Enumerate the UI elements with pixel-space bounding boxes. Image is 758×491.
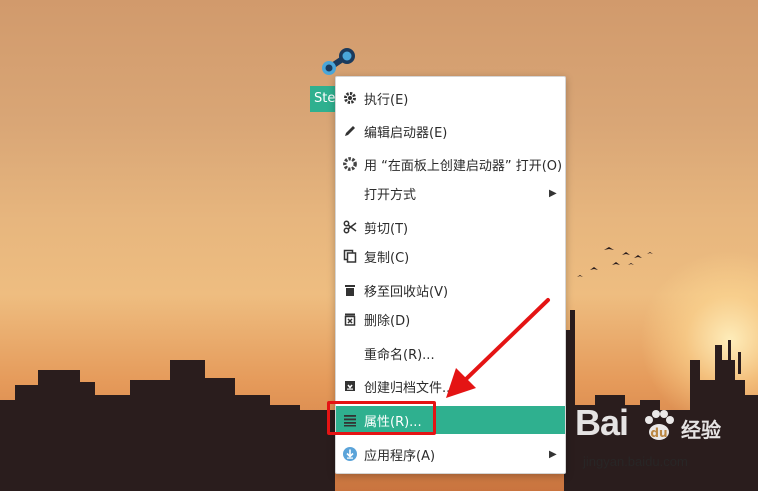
watermark-url: jingyan.baidu.com — [583, 454, 688, 469]
paw-icon: du — [645, 410, 674, 440]
menu-item-open-with-panel[interactable]: 用 “在面板上创建启动器” 打开(O) — [336, 150, 565, 178]
delete-icon — [336, 312, 364, 326]
trash-icon — [336, 283, 364, 297]
submenu-arrow-icon: ▶ — [549, 448, 557, 460]
copy-icon — [336, 249, 364, 263]
menu-item-move-to-trash[interactable]: 移至回收站(V) — [336, 276, 565, 304]
gear-icon — [336, 156, 364, 172]
menu-item-execute[interactable]: 执行(E) — [336, 84, 565, 112]
submenu-arrow-icon: ▶ — [549, 187, 557, 199]
scissors-icon — [336, 220, 364, 234]
svg-text:du: du — [650, 426, 667, 440]
gear-icon — [336, 91, 364, 105]
pencil-icon — [336, 124, 364, 138]
menu-item-edit-launcher[interactable]: 编辑启动器(E) — [336, 117, 565, 145]
menu-item-open-with[interactable]: 打开方式 ▶ — [336, 179, 565, 207]
download-icon — [336, 446, 364, 462]
menu-item-delete[interactable]: 删除(D) — [336, 305, 565, 333]
desktop-background: Ste 执行(E) 编辑启动器(E) 用 “在面板上创建启动器” 打开(O) 打… — [0, 0, 758, 491]
watermark-brand: Bai — [575, 402, 629, 443]
archive-icon — [336, 379, 364, 393]
annotation-highlight-box — [327, 401, 436, 435]
baidu-jingyan-watermark: Bai du 经验 jingyan.baidu.com — [575, 400, 745, 474]
watermark-suffix: 经验 — [681, 418, 721, 442]
menu-item-applications[interactable]: 应用程序(A) ▶ — [336, 440, 565, 468]
menu-item-rename[interactable]: 重命名(R)... — [336, 339, 565, 367]
menu-item-copy[interactable]: 复制(C) — [336, 242, 565, 270]
menu-item-cut[interactable]: 剪切(T) — [336, 213, 565, 241]
menu-item-create-archive[interactable]: 创建归档文件... — [336, 372, 565, 400]
